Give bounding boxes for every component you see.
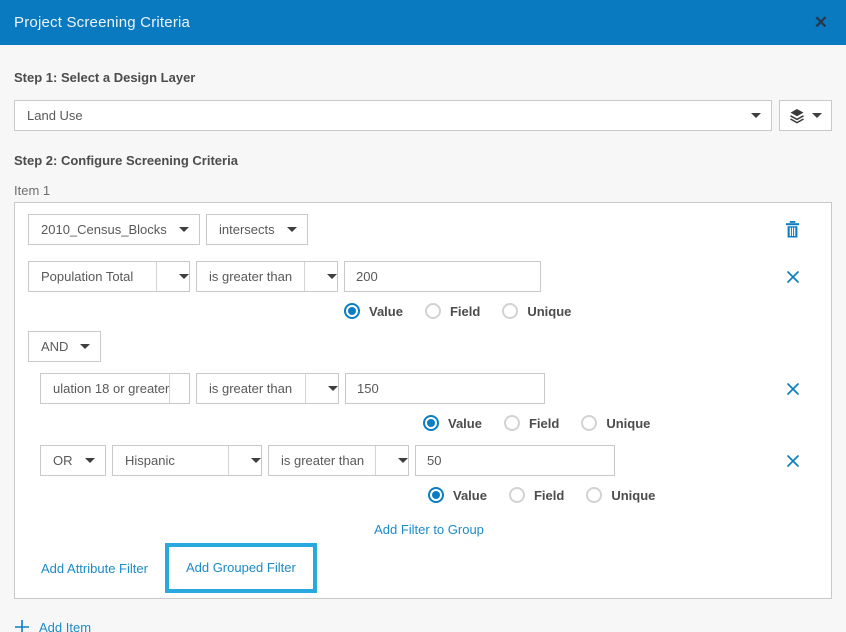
field-select-1[interactable]: Population Total: [28, 261, 190, 292]
add-attribute-filter-link[interactable]: Add Attribute Filter: [41, 561, 148, 576]
spatial-relation-select[interactable]: intersects: [206, 214, 308, 245]
close-icon[interactable]: ✕: [814, 14, 828, 31]
field-value-1: Population Total: [41, 269, 133, 284]
chevron-down-icon: [287, 227, 297, 232]
chevron-down-icon: [328, 386, 338, 391]
radio-option-value[interactable]: Value: [423, 415, 482, 431]
value-input-1[interactable]: [344, 261, 541, 292]
x-icon: [786, 382, 800, 396]
grouped-filter-row-2: OR Hispanic is greater than: [40, 445, 818, 476]
radio-option-value[interactable]: Value: [344, 303, 403, 319]
add-grouped-filter-focus-box: Add Grouped Filter: [165, 543, 317, 593]
step2-label: Step 2: Configure Screening Criteria: [14, 153, 832, 168]
value-type-radios-1: Value Field Unique: [344, 303, 818, 319]
operator-value-3: is greater than: [281, 453, 364, 468]
radio-option-field[interactable]: Field: [509, 487, 564, 503]
screening-layer-select[interactable]: 2010_Census_Blocks: [28, 214, 200, 245]
trash-icon: [785, 221, 800, 238]
operator-select-3[interactable]: is greater than: [268, 445, 409, 476]
operator-value-2: is greater than: [209, 381, 292, 396]
remove-filter-button-1[interactable]: [786, 270, 800, 284]
chevron-down-icon: [812, 113, 822, 118]
radio-field[interactable]: [425, 303, 441, 319]
footer: Add Item: [0, 619, 846, 632]
value-type-radios-2: Value Field Unique: [423, 415, 818, 431]
grouped-filter-row-1: ulation 18 or greater is greater than: [40, 373, 818, 404]
add-item-link[interactable]: Add Item: [39, 620, 91, 632]
add-grouped-filter-link[interactable]: Add Grouped Filter: [186, 560, 296, 575]
remove-filter-button-3[interactable]: [786, 454, 800, 468]
chevron-down-icon: [327, 274, 337, 279]
filter-actions-row: Add Attribute Filter Add Grouped Filter: [28, 543, 818, 593]
chevron-down-icon: [251, 458, 261, 463]
radio-option-unique[interactable]: Unique: [581, 415, 650, 431]
delete-item-button[interactable]: [785, 221, 800, 238]
layer-options-button[interactable]: [779, 100, 832, 131]
x-icon: [786, 270, 800, 284]
dialog-title: Project Screening Criteria: [14, 14, 190, 31]
chevron-down-icon: [80, 344, 90, 349]
radio-field[interactable]: [509, 487, 525, 503]
value-input-2[interactable]: [345, 373, 545, 404]
field-select-3[interactable]: Hispanic: [112, 445, 262, 476]
screening-layer-value: 2010_Census_Blocks: [41, 222, 167, 237]
radio-option-unique[interactable]: Unique: [586, 487, 655, 503]
dialog-header: Project Screening Criteria ✕: [0, 0, 846, 45]
attribute-filter-row-1: Population Total is greater than: [28, 261, 818, 292]
radio-value-selected[interactable]: [344, 303, 360, 319]
chevron-down-icon: [751, 113, 761, 118]
step1-label: Step 1: Select a Design Layer: [14, 70, 832, 85]
chevron-down-icon: [85, 458, 95, 463]
radio-option-unique[interactable]: Unique: [502, 303, 571, 319]
remove-filter-button-2[interactable]: [786, 382, 800, 396]
operator-value-1: is greater than: [209, 269, 292, 284]
design-layer-select[interactable]: Land Use: [14, 100, 772, 131]
layers-icon: [789, 108, 805, 124]
operator-select-2[interactable]: is greater than: [196, 373, 339, 404]
radio-unique[interactable]: [586, 487, 602, 503]
radio-value-selected[interactable]: [423, 415, 439, 431]
radio-option-value[interactable]: Value: [428, 487, 487, 503]
radio-unique[interactable]: [502, 303, 518, 319]
criteria-panel: 2010_Census_Blocks intersects: [14, 202, 832, 599]
spatial-relation-value: intersects: [219, 222, 275, 237]
add-filter-to-group-link[interactable]: Add Filter to Group: [374, 522, 484, 537]
chevron-down-icon: [179, 227, 189, 232]
chevron-down-icon: [398, 458, 408, 463]
value-input-3[interactable]: [415, 445, 615, 476]
value-type-radios-3: Value Field Unique: [428, 487, 818, 503]
chevron-down-icon: [179, 274, 189, 279]
x-icon: [786, 454, 800, 468]
logic-value-2: OR: [53, 453, 73, 468]
radio-option-field[interactable]: Field: [425, 303, 480, 319]
grouped-filters: ulation 18 or greater is greater than: [40, 373, 818, 539]
radio-unique[interactable]: [581, 415, 597, 431]
group-logic-value: AND: [41, 339, 68, 354]
field-select-2[interactable]: ulation 18 or greater: [40, 373, 190, 404]
field-value-2: ulation 18 or greater: [53, 381, 169, 396]
operator-select-1[interactable]: is greater than: [196, 261, 338, 292]
radio-field[interactable]: [504, 415, 520, 431]
plus-icon[interactable]: [14, 619, 30, 632]
item-label: Item 1: [14, 183, 832, 198]
spatial-filter-row: 2010_Census_Blocks intersects: [28, 214, 818, 245]
radio-option-field[interactable]: Field: [504, 415, 559, 431]
design-layer-value: Land Use: [27, 108, 83, 123]
group-logic-select[interactable]: AND: [28, 331, 101, 362]
logic-select-2[interactable]: OR: [40, 445, 106, 476]
radio-value-selected[interactable]: [428, 487, 444, 503]
field-value-3: Hispanic: [125, 453, 175, 468]
